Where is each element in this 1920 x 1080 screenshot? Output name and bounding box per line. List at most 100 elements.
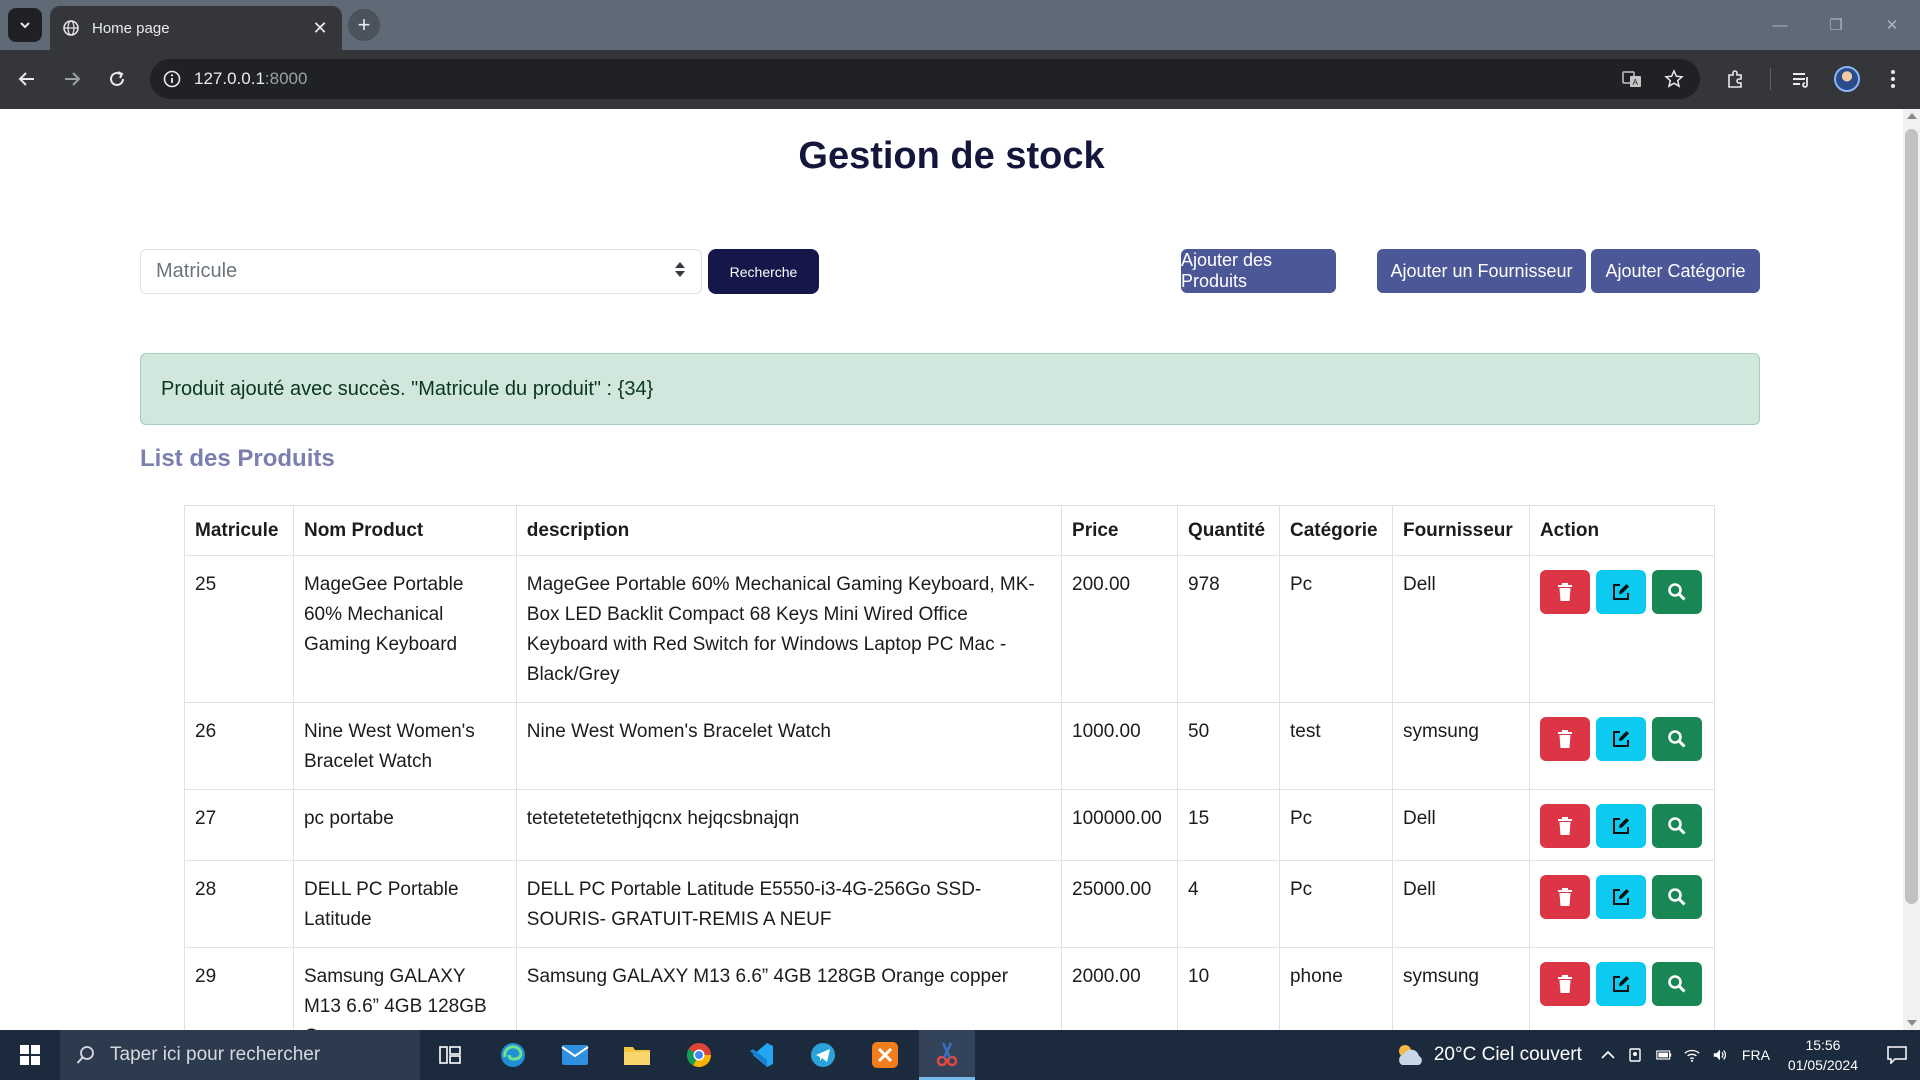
new-tab-button[interactable]: + [348,9,380,41]
list-title: List des Produits [140,445,335,472]
cell-quantite: 50 [1177,702,1280,790]
system-tray: 20°C Ciel couvert FRA 15:56 01/05/2024 [1394,1030,1920,1080]
taskbar-search-placeholder: Taper ici pour rechercher [110,1044,321,1065]
edit-icon [1612,584,1629,600]
cell-price: 2000.00 [1061,947,1178,1030]
add-products-button[interactable]: Ajouter des Produits [1181,249,1336,293]
window-controls: — ❐ ✕ [1752,0,1920,50]
clock-time: 15:56 [1805,1037,1841,1053]
mail-icon[interactable] [547,1030,603,1080]
edit-icon [1612,889,1629,905]
url-text: 127.0.0.1:8000 [194,69,307,89]
edit-button[interactable] [1595,804,1646,848]
select-arrows-icon [675,262,685,277]
view-button[interactable] [1651,804,1702,848]
close-window-button[interactable]: ✕ [1864,0,1920,50]
scroll-thumb[interactable] [1905,129,1918,904]
vscode-icon[interactable] [733,1030,789,1080]
snipping-tool-icon[interactable] [919,1030,975,1080]
battery-icon[interactable] [1656,1047,1672,1063]
kebab-menu-icon[interactable] [1876,62,1910,96]
view-button[interactable] [1651,875,1702,919]
view-button[interactable] [1651,570,1702,614]
taskbar-search-box[interactable]: Taper ici pour rechercher [60,1030,420,1080]
cell-quantite: 15 [1177,789,1280,861]
restore-button[interactable]: ❐ [1808,0,1864,50]
scroll-down-icon[interactable] [1907,1020,1917,1026]
cell-actions [1528,860,1716,948]
search-field-select[interactable]: Matricule [140,249,702,294]
browser-toolbar: 127.0.0.1:8000 A [0,50,1920,109]
column-header-categorie: Catégorie [1278,505,1393,556]
reload-icon [110,71,124,86]
meet-now-icon[interactable] [1628,1047,1644,1063]
reload-button[interactable] [100,62,134,96]
browser-tab[interactable]: Home page ✕ [50,6,342,50]
column-header-nom: Nom Product [292,505,517,556]
notification-icon[interactable] [1874,1030,1920,1080]
profile-avatar[interactable] [1830,62,1864,96]
cell-matricule: 26 [184,702,294,790]
task-view-icon[interactable] [422,1030,478,1080]
delete-button[interactable] [1539,570,1590,614]
svg-text:A: A [1633,78,1639,87]
weather-text: 20°C Ciel couvert [1433,1044,1582,1065]
telegram-icon[interactable] [795,1030,851,1080]
clock-date: 01/05/2024 [1787,1057,1858,1073]
cell-actions [1528,555,1716,703]
delete-button[interactable] [1539,804,1590,848]
edit-button[interactable] [1595,717,1646,761]
delete-button[interactable] [1539,962,1590,1006]
language-indicator[interactable]: FRA [1742,1047,1770,1063]
back-button[interactable] [10,62,44,96]
cell-fournisseur: Dell [1391,860,1530,948]
translate-icon[interactable]: A [1616,63,1648,95]
extensions-icon[interactable] [1718,62,1752,96]
volume-icon[interactable] [1712,1047,1728,1063]
edit-icon [1612,731,1629,747]
trash-icon [1557,975,1572,993]
edit-button[interactable] [1595,962,1646,1006]
tab-search-button[interactable] [8,8,42,42]
weather-widget[interactable]: 20°C Ciel couvert [1394,1042,1582,1068]
wifi-icon[interactable] [1684,1047,1700,1063]
cell-matricule: 29 [184,947,294,1030]
view-button[interactable] [1651,962,1702,1006]
column-header-price: Price [1061,505,1178,556]
file-explorer-icon[interactable] [609,1030,665,1080]
add-supplier-button[interactable]: Ajouter un Fournisseur [1377,249,1586,293]
view-button[interactable] [1651,717,1702,761]
cell-fournisseur: Dell [1391,789,1530,861]
info-icon[interactable] [150,70,194,88]
clock[interactable]: 15:56 01/05/2024 [1788,1035,1858,1075]
forward-button[interactable] [55,62,89,96]
search-button[interactable]: Recherche [708,249,819,294]
trash-icon [1557,888,1572,906]
minimize-button[interactable]: — [1752,0,1808,50]
search-icon [1668,817,1686,835]
edit-button[interactable] [1595,570,1646,614]
cell-quantite: 978 [1177,555,1280,703]
cloudy-weather-icon [1398,1045,1422,1065]
chrome-icon[interactable] [671,1030,727,1080]
address-bar[interactable]: 127.0.0.1:8000 A [150,59,1700,99]
edit-button[interactable] [1595,875,1646,919]
page-scrollbar[interactable] [1903,109,1920,1030]
start-button[interactable] [0,1030,60,1080]
cell-quantite: 4 [1177,860,1280,948]
edge-icon[interactable] [485,1030,541,1080]
column-header-action: Action [1528,505,1716,556]
page-viewport: Gestion de stock Matricule Recherche Ajo… [0,109,1903,1030]
arrow-right-icon [65,72,81,86]
delete-button[interactable] [1539,875,1590,919]
star-icon[interactable] [1658,63,1690,95]
delete-button[interactable] [1539,717,1590,761]
media-queue-icon[interactable] [1784,62,1818,96]
xampp-icon[interactable] [857,1030,913,1080]
add-category-button[interactable]: Ajouter Catégorie [1591,249,1760,293]
url-port: :8000 [264,69,308,88]
tab-title: Home page [92,19,170,37]
chevron-up-icon[interactable] [1600,1047,1616,1063]
close-icon[interactable]: ✕ [310,18,330,39]
scroll-up-icon[interactable] [1907,113,1917,119]
